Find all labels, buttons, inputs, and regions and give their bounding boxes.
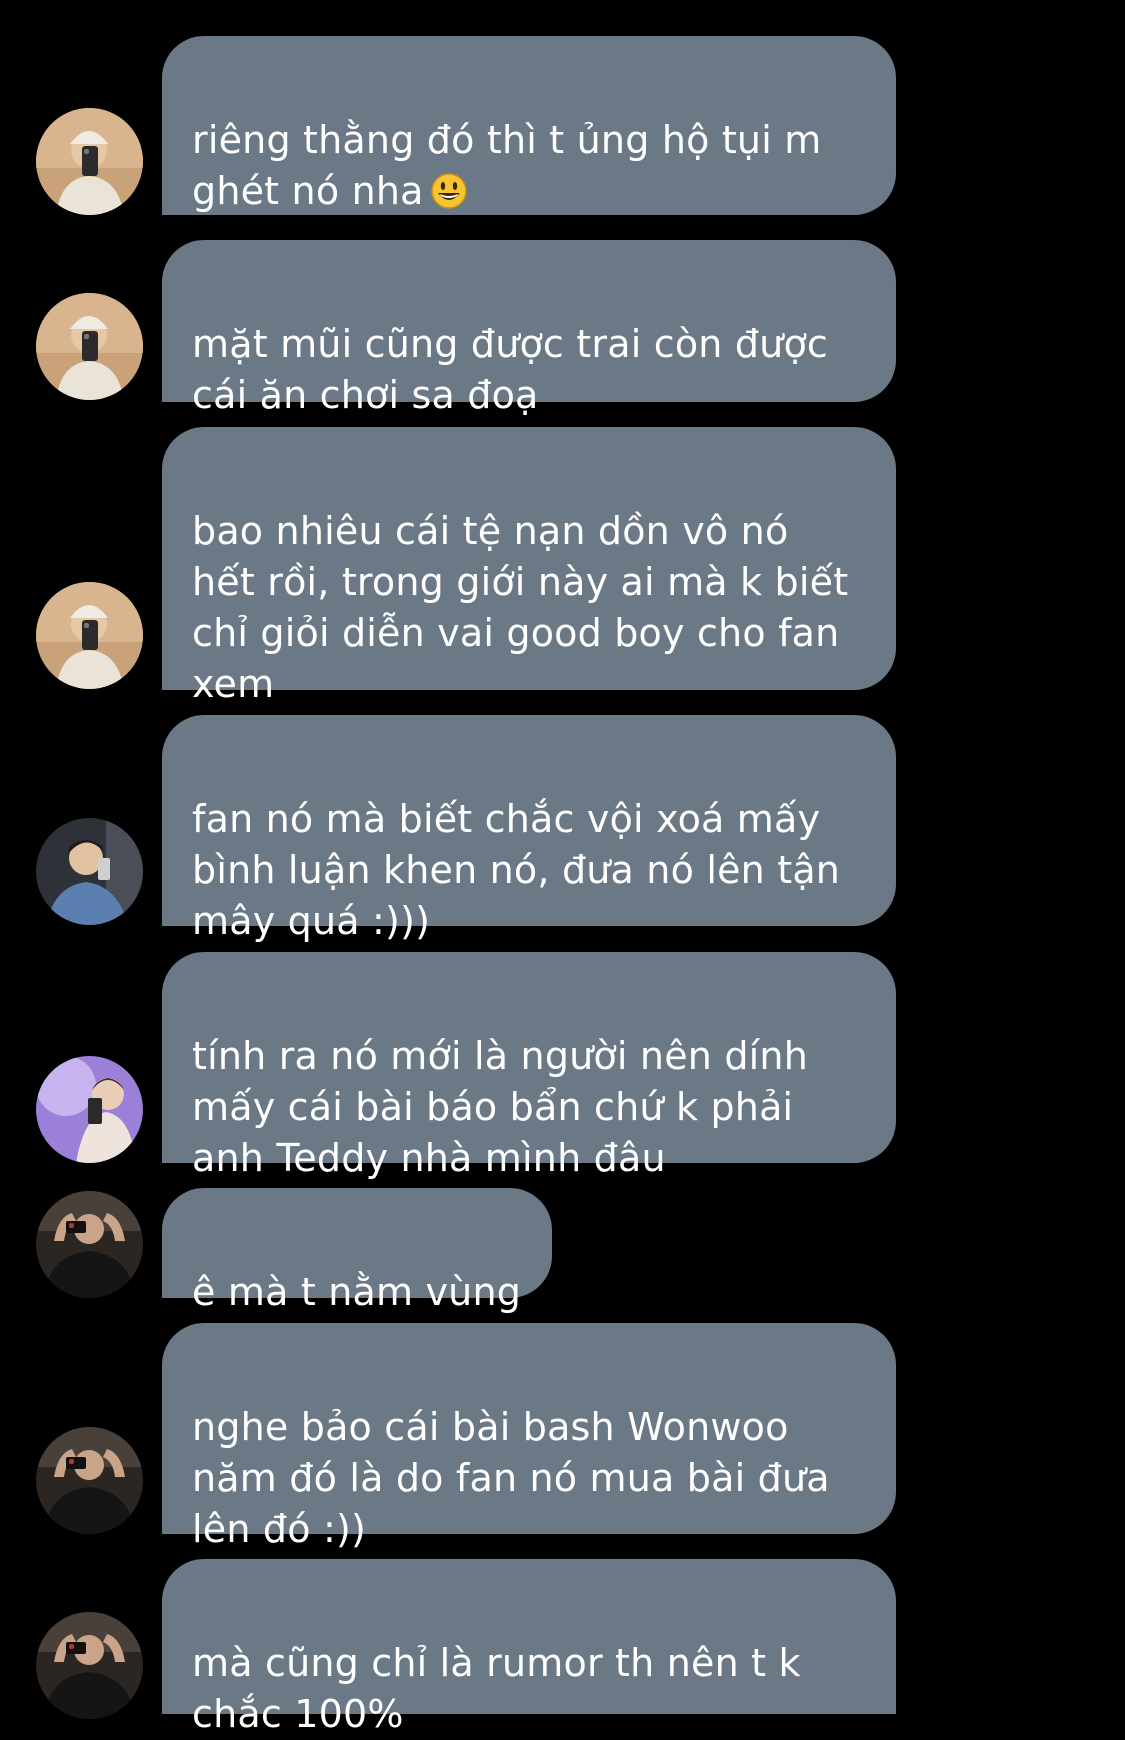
avatar-user-a-icon bbox=[36, 582, 143, 689]
avatar-user-a-icon bbox=[36, 293, 143, 400]
avatar-user-d-icon bbox=[36, 1612, 143, 1719]
avatar[interactable] bbox=[36, 1612, 143, 1719]
message-bubble[interactable]: fan nó mà biết chắc vội xoá mấy bình luậ… bbox=[162, 715, 896, 943]
message-text: mặt mũi cũng được trai còn được cái ăn c… bbox=[192, 322, 829, 417]
message-bubble[interactable]: bao nhiêu cái tệ nạn dồn vô nó hết rồi, … bbox=[162, 427, 896, 706]
message-text: bao nhiêu cái tệ nạn dồn vô nó hết rồi, … bbox=[192, 509, 849, 706]
message-text: mà cũng chỉ là rumor th nên t k chắc 100… bbox=[192, 1641, 801, 1736]
avatar-user-d-icon bbox=[36, 1427, 143, 1534]
message-bubble[interactable]: nghe bảo cái bài bash Wonwoo năm đó là d… bbox=[162, 1323, 896, 1551]
message-bubble[interactable]: ê mà t nằm vùng bbox=[162, 1188, 552, 1314]
message-text: fan nó mà biết chắc vội xoá mấy bình luậ… bbox=[192, 797, 841, 943]
avatar[interactable] bbox=[36, 293, 143, 400]
avatar-user-b-icon bbox=[36, 818, 143, 925]
message-text: nghe bảo cái bài bash Wonwoo năm đó là d… bbox=[192, 1405, 830, 1551]
message-bubble[interactable]: tính ra nó mới là người nên dính mấy cái… bbox=[162, 952, 896, 1180]
avatar[interactable] bbox=[36, 108, 143, 215]
avatar[interactable] bbox=[36, 1056, 143, 1163]
avatar[interactable] bbox=[36, 582, 143, 689]
avatar[interactable] bbox=[36, 818, 143, 925]
message-bubble[interactable]: riêng thằng đó thì t ủng hộ tụi m ghét n… bbox=[162, 36, 896, 215]
message-text: ê mà t nằm vùng bbox=[192, 1270, 522, 1314]
chat-thread: riêng thằng đó thì t ủng hộ tụi m ghét n… bbox=[0, 0, 1125, 1736]
message-text: riêng thằng đó thì t ủng hộ tụi m ghét n… bbox=[192, 118, 822, 213]
message-bubble[interactable]: mà cũng chỉ là rumor th nên t k chắc 100… bbox=[162, 1559, 896, 1736]
avatar-user-a-icon bbox=[36, 108, 143, 215]
avatar-user-c-icon bbox=[36, 1056, 143, 1163]
avatar-user-d-icon bbox=[36, 1191, 143, 1298]
message-bubble[interactable]: mặt mũi cũng được trai còn được cái ăn c… bbox=[162, 240, 896, 417]
message-text: tính ra nó mới là người nên dính mấy cái… bbox=[192, 1034, 808, 1180]
avatar[interactable] bbox=[36, 1427, 143, 1534]
avatar[interactable] bbox=[36, 1191, 143, 1298]
grinning-face-emoji-icon bbox=[430, 172, 468, 210]
